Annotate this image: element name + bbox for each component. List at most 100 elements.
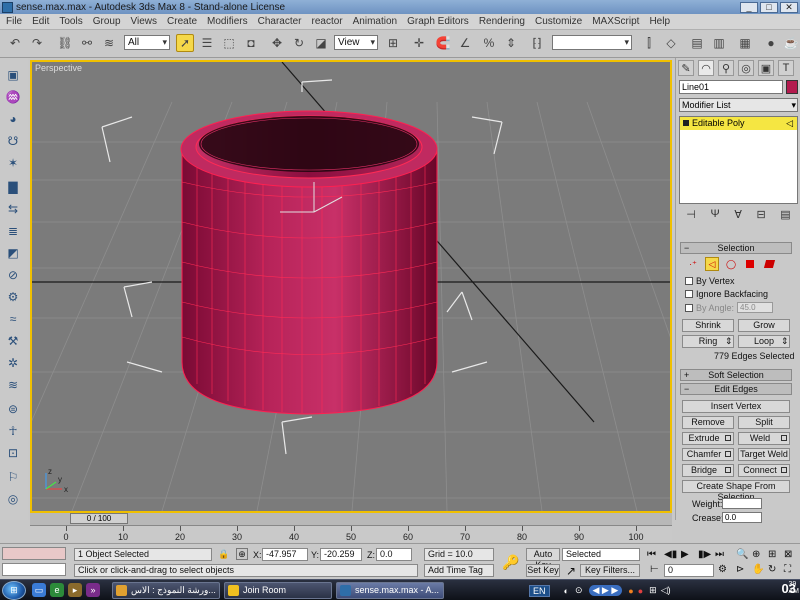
arc-rotate-icon[interactable]: ↻ — [768, 564, 776, 575]
tray-icon-3[interactable]: ● — [628, 586, 633, 596]
remove-button[interactable]: Remove — [682, 416, 734, 429]
z-coordinate-field[interactable]: 0.0 — [376, 548, 412, 561]
cooperative-constraint-icon[interactable]: ⇆ — [4, 200, 22, 218]
menu-group[interactable]: Group — [93, 16, 121, 27]
polygon-level-icon[interactable] — [743, 257, 757, 271]
make-unique-icon[interactable]: ∀ — [734, 208, 742, 224]
app-icon[interactable] — [2, 1, 13, 13]
soft-body-collection-icon[interactable]: ◕ — [4, 110, 22, 128]
rope-collection-icon[interactable]: ☋ — [4, 132, 22, 150]
menu-tools[interactable]: Tools — [59, 16, 82, 27]
go-to-start-icon[interactable]: ⏮ — [647, 549, 656, 560]
menu-animation[interactable]: Animation — [353, 16, 397, 27]
zoom-icon[interactable]: 🔍 — [736, 549, 748, 560]
vertex-level-icon[interactable]: ·⁺ — [686, 257, 700, 271]
ragdoll-icon[interactable]: ☥ — [4, 422, 22, 440]
select-object-icon[interactable]: ➚ — [176, 34, 194, 52]
constraint-solver-icon[interactable]: ▇ — [4, 178, 22, 196]
time-slider[interactable]: 0 / 100 — [70, 513, 128, 524]
display-tab-icon[interactable]: ▣ — [758, 60, 774, 76]
volume-icon[interactable]: ◁) — [661, 585, 671, 596]
start-button[interactable]: ⊞ — [2, 581, 26, 600]
create-shape-button[interactable]: Create Shape From Selection — [682, 480, 790, 502]
bridge-button[interactable]: Bridge — [682, 464, 734, 477]
tray-icon-2[interactable]: ⊙ — [575, 585, 583, 596]
time-configuration-icon[interactable]: ⚙ — [718, 564, 727, 575]
hinge-icon[interactable]: ⊜ — [4, 400, 22, 418]
extrude-button[interactable]: Extrude — [682, 432, 734, 445]
key-filters-button[interactable]: Key Filters... — [580, 564, 640, 577]
water-icon[interactable]: ≋ — [4, 376, 22, 394]
element-level-icon[interactable] — [762, 257, 776, 271]
x-coordinate-field[interactable]: -47.957 — [262, 548, 308, 561]
close-button[interactable]: ✕ — [780, 1, 798, 13]
snap-toggle-icon[interactable]: 🧲 — [434, 34, 452, 52]
move-icon[interactable]: ✥ — [268, 34, 286, 52]
selection-rollout-header[interactable]: − Selection — [680, 242, 792, 254]
taskbar-item-browser[interactable]: ورشة النموذج : الاس... — [112, 582, 220, 599]
rectangular-selection-icon[interactable]: ⬚ — [220, 34, 238, 52]
menu-views[interactable]: Views — [131, 16, 158, 27]
curve-editor-icon[interactable]: ▥ — [710, 34, 728, 52]
show-desktop-icon[interactable]: ▭ — [32, 583, 46, 597]
chamfer-settings-icon[interactable] — [725, 451, 731, 457]
zoom-extents-all-icon[interactable]: ⊠ — [784, 549, 792, 560]
motion-tab-icon[interactable]: ◎ — [738, 60, 754, 76]
tray-icon-1[interactable]: ◐ — [564, 586, 569, 596]
named-selection-sets-dropdown[interactable] — [552, 35, 632, 50]
play-icon[interactable]: ▶ — [681, 549, 689, 560]
rigid-body-collection-icon[interactable]: ▣ — [4, 66, 22, 84]
render-scene-icon[interactable]: ☕ — [782, 34, 800, 52]
angle-snap-icon[interactable]: ∠ — [456, 34, 474, 52]
border-level-icon[interactable]: ◯ — [724, 257, 738, 271]
schematic-view-icon[interactable]: ▦ — [736, 34, 754, 52]
bind-space-warp-icon[interactable]: ≋ — [100, 34, 118, 52]
select-link-icon[interactable]: ⛓ — [56, 34, 74, 52]
zoom-extents-icon[interactable]: ⊞ — [768, 549, 776, 560]
browser-icon[interactable]: e — [50, 583, 64, 597]
configure-sets-icon[interactable]: ▤ — [780, 208, 790, 224]
insert-vertex-button[interactable]: Insert Vertex — [682, 400, 790, 413]
stack-item-editable-poly[interactable]: Editable Poly ◁ — [680, 117, 797, 130]
car-wheel-icon[interactable]: ⚐ — [4, 468, 22, 486]
set-key-icon[interactable]: 🔑 — [502, 554, 519, 571]
grow-button[interactable]: Grow — [738, 319, 790, 332]
time-slider-track[interactable]: 0 / 100 — [30, 513, 672, 525]
weight-spinner[interactable] — [722, 498, 762, 509]
prismatic-icon[interactable]: ⊡ — [4, 444, 22, 462]
object-name-field[interactable]: Line01 — [679, 80, 783, 94]
next-frame-icon[interactable]: ▮▶ — [698, 549, 711, 560]
split-button[interactable]: Split — [738, 416, 790, 429]
extrude-settings-icon[interactable] — [725, 435, 731, 441]
hierarchy-tab-icon[interactable]: ⚲ — [718, 60, 734, 76]
reference-coordinate-dropdown[interactable]: View — [334, 35, 378, 50]
maximize-button[interactable]: □ — [760, 1, 778, 13]
key-mode-toggle-icon[interactable]: ⊢ — [650, 564, 659, 575]
perspective-viewport[interactable]: Perspective z x y — [30, 60, 672, 513]
target-weld-button[interactable]: Target Weld — [738, 448, 790, 461]
field-of-view-icon[interactable]: ⊳ — [736, 564, 744, 575]
motor-icon[interactable]: ⚙ — [4, 288, 22, 306]
add-time-tag-button[interactable]: Add Time Tag — [424, 564, 494, 577]
modifier-stack[interactable]: Editable Poly ◁ — [679, 116, 798, 204]
scale-icon[interactable]: ◪ — [312, 34, 330, 52]
bridge-settings-icon[interactable] — [725, 467, 731, 473]
taskbar-item-3dsmax[interactable]: sense.max.max - A... — [336, 582, 444, 599]
y-coordinate-field[interactable]: -20.259 — [320, 548, 362, 561]
modify-tab-icon[interactable]: ◠ — [698, 60, 714, 76]
pin-stack-icon[interactable]: ⊣ — [686, 208, 696, 224]
crease-spinner[interactable]: 0.0 — [722, 512, 762, 523]
shrink-button[interactable]: Shrink — [682, 319, 734, 332]
ignore-backfacing-checkbox[interactable]: Ignore Backfacing — [685, 289, 768, 299]
minimize-button[interactable]: _ — [740, 1, 758, 13]
deforming-mesh-icon[interactable]: ✶ — [4, 154, 22, 172]
menu-help[interactable]: Help — [649, 16, 670, 27]
unlink-icon[interactable]: ⚯ — [78, 34, 96, 52]
menu-character[interactable]: Character — [258, 16, 302, 27]
maxscript-input-mini[interactable] — [2, 563, 66, 576]
modifier-list-dropdown[interactable]: Modifier List — [679, 98, 798, 112]
current-frame-field[interactable]: 0 — [664, 564, 714, 577]
pivot-center-icon[interactable]: ⊞ — [384, 34, 402, 52]
pan-icon[interactable]: ✋ — [752, 564, 764, 575]
media-icon[interactable]: ▸ — [68, 583, 82, 597]
